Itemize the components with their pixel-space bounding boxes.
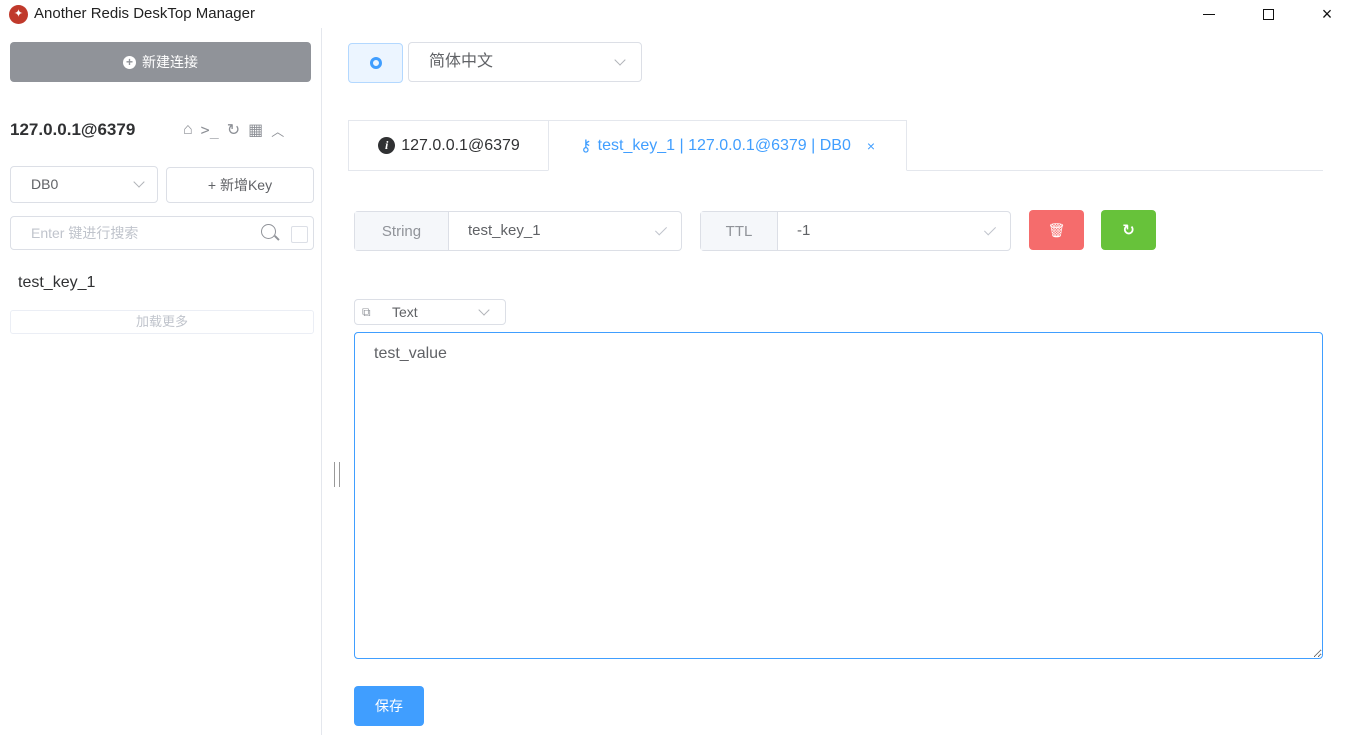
key-list-item[interactable]: test_key_1	[18, 274, 95, 292]
view-format-value: Text	[392, 304, 418, 320]
ttl-group: TTL -1	[700, 211, 1011, 251]
key-name-value: test_key_1	[468, 222, 541, 239]
chevron-down-icon	[133, 176, 145, 188]
tab-bar: i 127.0.0.1@6379 ⚷ test_key_1 | 127.0.0.…	[348, 120, 1323, 171]
app-title: Another Redis DeskTop Manager	[34, 5, 255, 22]
key-name-input[interactable]: test_key_1	[449, 212, 681, 250]
app-logo-icon: ✦	[9, 5, 28, 24]
gear-icon	[369, 57, 382, 69]
key-search-input[interactable]	[12, 218, 252, 248]
chevron-up-icon[interactable]: ︿	[271, 121, 284, 140]
sidebar: + 新建连接 127.0.0.1@6379 ⌂ >_ ↻ ▦ ︿ DB0 + 新…	[0, 28, 322, 735]
load-more-button[interactable]: 加载更多	[10, 310, 314, 334]
tab-key-detail[interactable]: ⚷ test_key_1 | 127.0.0.1@6379 | DB0 ×	[548, 120, 907, 171]
chevron-down-icon	[614, 54, 626, 66]
new-connection-button[interactable]: + 新建连接	[10, 42, 311, 82]
close-window-button[interactable]: ×	[1304, 0, 1350, 28]
refresh-icon: ↻	[1122, 222, 1135, 239]
chevron-down-icon	[478, 304, 490, 316]
ttl-input[interactable]: -1	[778, 212, 1010, 250]
tab-label: test_key_1 | 127.0.0.1@6379 | DB0	[597, 136, 851, 154]
delete-key-button[interactable]: 🗑	[1029, 210, 1084, 250]
add-key-button[interactable]: + 新增Key	[166, 167, 314, 203]
key-search-box	[10, 216, 314, 250]
sidebar-resize-handle[interactable]	[334, 462, 340, 487]
db-select[interactable]: DB0	[10, 166, 158, 203]
close-icon: ×	[1321, 4, 1333, 24]
maximize-button[interactable]	[1245, 0, 1291, 28]
settings-button[interactable]	[348, 43, 403, 83]
sitemap-icon: ⧉	[362, 305, 371, 319]
ttl-value: -1	[797, 222, 811, 239]
trash-icon: 🗑	[1047, 221, 1066, 238]
search-icon[interactable]	[261, 224, 276, 239]
tab-label: 127.0.0.1@6379	[401, 136, 520, 154]
language-select[interactable]: 简体中文	[408, 42, 642, 82]
key-type-label: String	[355, 212, 449, 250]
minimize-icon	[1203, 13, 1215, 15]
connection-toolbar: ⌂ >_ ↻ ▦ ︿	[183, 120, 284, 140]
connection-name[interactable]: 127.0.0.1@6379	[10, 120, 135, 140]
key-icon: ⚷	[579, 137, 592, 155]
home-icon[interactable]: ⌂	[183, 121, 193, 139]
tab-connection-info[interactable]: i 127.0.0.1@6379	[348, 120, 549, 171]
check-icon[interactable]	[654, 223, 668, 236]
plus-circle-icon: +	[123, 55, 136, 69]
refresh-key-button[interactable]: ↻	[1101, 210, 1156, 250]
exact-search-checkbox[interactable]	[291, 226, 308, 243]
tab-close-icon[interactable]: ×	[867, 138, 875, 154]
save-button[interactable]: 保存	[354, 686, 424, 726]
check-icon[interactable]	[983, 223, 997, 236]
terminal-icon[interactable]: >_	[201, 121, 219, 139]
value-editor[interactable]: test_value	[354, 332, 1323, 659]
title-bar: ✦ Another Redis DeskTop Manager ×	[0, 0, 1357, 28]
view-format-select[interactable]: ⧉ Text	[354, 299, 506, 325]
db-select-value: DB0	[31, 176, 59, 192]
new-connection-label: 新建连接	[142, 54, 198, 70]
minimize-button[interactable]	[1186, 0, 1232, 28]
info-icon: i	[378, 137, 396, 154]
grid-icon[interactable]: ▦	[248, 120, 263, 140]
key-name-group: String test_key_1	[354, 211, 682, 251]
ttl-label: TTL	[701, 212, 778, 250]
maximize-icon	[1262, 8, 1274, 20]
language-select-value: 简体中文	[429, 53, 494, 70]
refresh-icon[interactable]: ↻	[227, 120, 240, 140]
